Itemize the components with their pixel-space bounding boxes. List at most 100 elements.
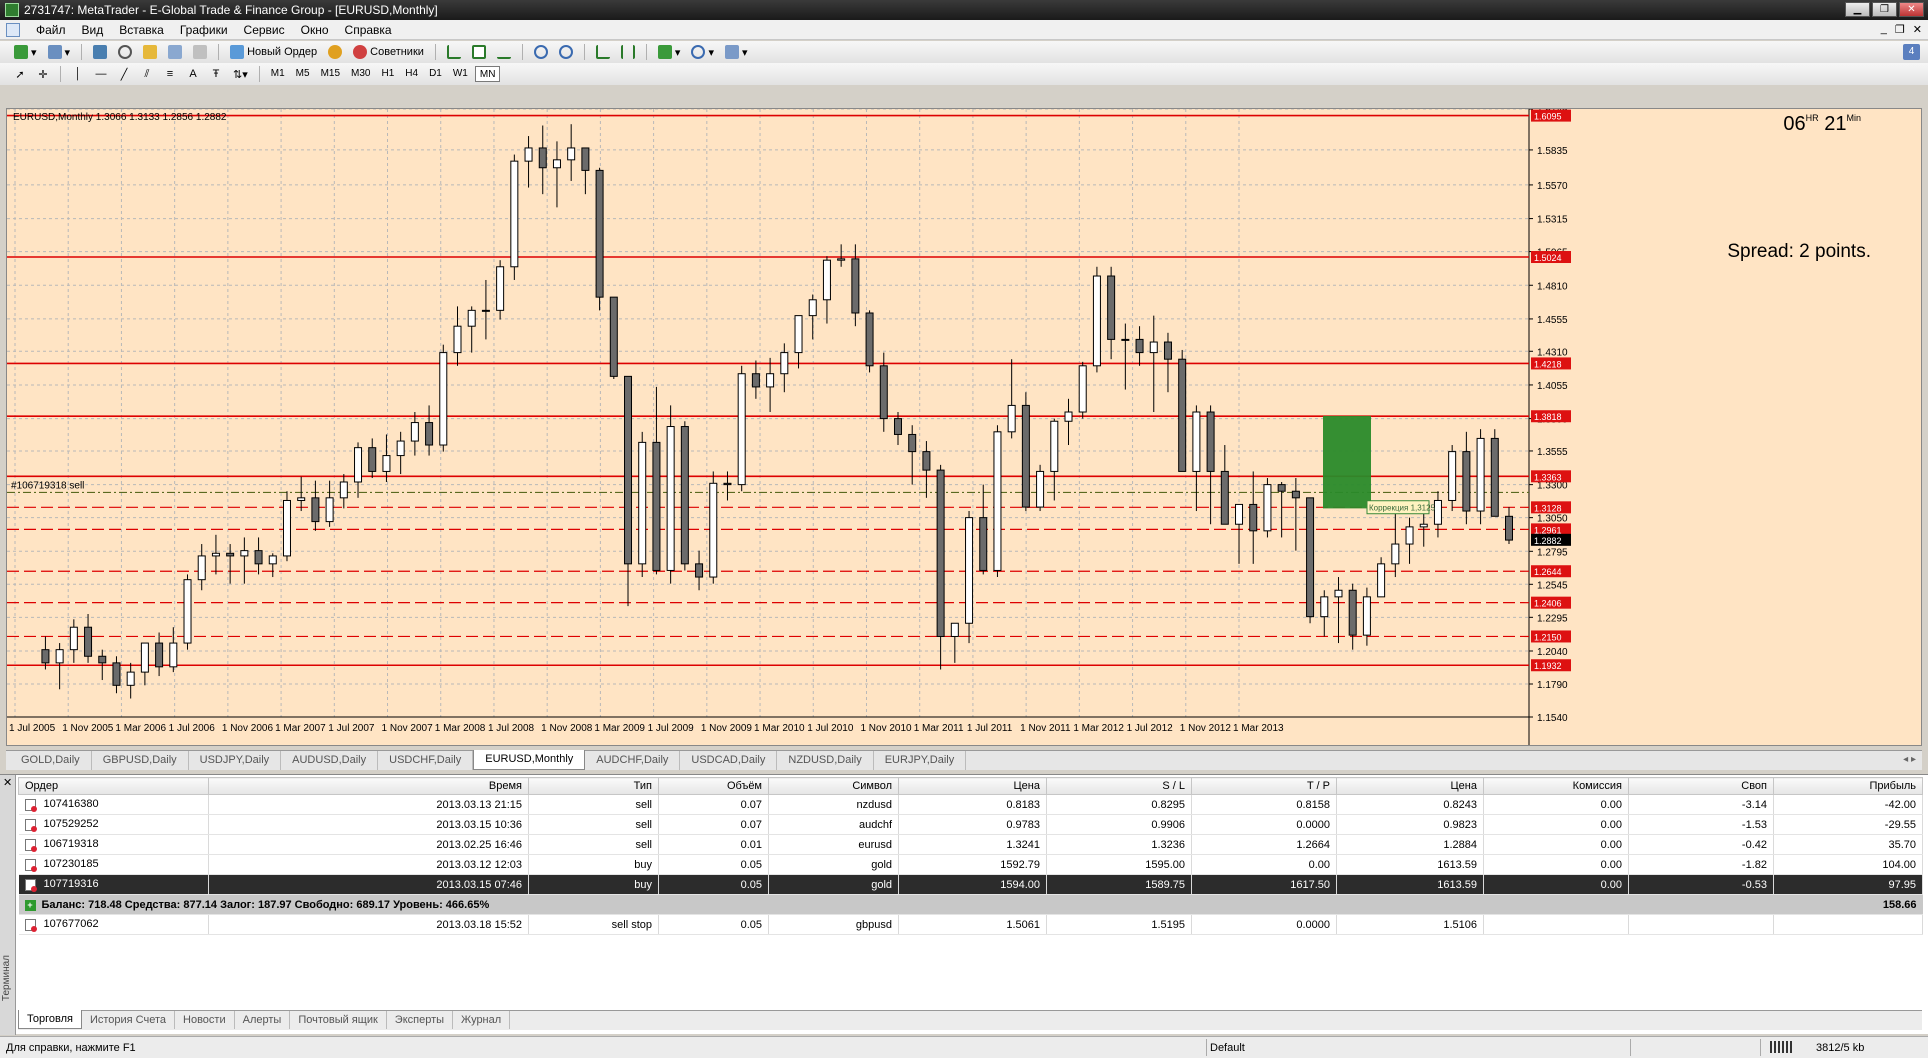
chart-tab[interactable]: AUDUSD,Daily: [281, 751, 379, 770]
templates-button[interactable]: ▾: [721, 43, 752, 61]
auto-scroll-button[interactable]: [592, 43, 614, 61]
menu-insert[interactable]: Вставка: [111, 23, 172, 37]
arrows-tool[interactable]: ⇅▾: [229, 65, 252, 83]
menu-file[interactable]: Файл: [28, 23, 74, 37]
metaeditor-button[interactable]: [324, 43, 346, 61]
tab-scroll-arrows-icon[interactable]: ◂ ▸: [1903, 754, 1916, 765]
zoom-in-button[interactable]: [530, 43, 552, 61]
strategy-tester-button[interactable]: [189, 43, 211, 61]
price-chart[interactable]: 1 Jul 2005 1 Nov 2005 1 Mar 2006 1 Jul 2006…: [7, 109, 1921, 745]
chart-tab-active[interactable]: EURUSD,Monthly: [473, 750, 586, 770]
chart-tab[interactable]: GBPUSD,Daily: [92, 751, 189, 770]
profiles-button[interactable]: ▾: [44, 43, 75, 61]
table-row[interactable]: 107230185 2013.03.12 12:03 buy 0.05 gold…: [18, 854, 1923, 875]
col-swap[interactable]: Своп: [1628, 777, 1774, 795]
tf-h4[interactable]: H4: [401, 66, 422, 82]
new-order-button[interactable]: Новый Ордер: [226, 43, 321, 61]
tf-m5[interactable]: M5: [292, 66, 314, 82]
time-cell: 2013.03.13 21:15: [208, 794, 529, 815]
tab-alerts[interactable]: Алерты: [235, 1011, 291, 1029]
terminal-sidebar: ✕ Терминал: [0, 775, 16, 1035]
chart-tab[interactable]: USDCAD,Daily: [680, 751, 778, 770]
table-row[interactable]: 107529252 2013.03.15 10:36 sell 0.07 aud…: [18, 814, 1923, 835]
col-volume[interactable]: Объём: [658, 777, 769, 795]
tab-journal[interactable]: Журнал: [453, 1011, 511, 1029]
market-watch-button[interactable]: [89, 43, 111, 61]
price-label: 1.3128: [1534, 503, 1562, 513]
tf-d1[interactable]: D1: [425, 66, 446, 82]
child-close-button[interactable]: ✕: [1913, 23, 1922, 36]
menu-window[interactable]: Окно: [293, 23, 337, 37]
col-time[interactable]: Время: [208, 777, 529, 795]
table-row-pending[interactable]: 107677062 2013.03.18 15:52 sell stop 0.0…: [18, 914, 1923, 935]
new-chart-button[interactable]: ▾: [10, 43, 41, 61]
maximize-button[interactable]: ❐: [1872, 2, 1897, 17]
minimize-button[interactable]: ▁: [1845, 2, 1870, 17]
text-tool[interactable]: A: [183, 65, 203, 83]
indicators-button[interactable]: ▾: [654, 43, 685, 61]
menu-charts[interactable]: Графики: [172, 23, 236, 37]
bar-chart-button[interactable]: [443, 43, 465, 61]
fibonacci-tool[interactable]: ≡: [160, 65, 180, 83]
tab-experts[interactable]: Эксперты: [387, 1011, 454, 1029]
col-sl[interactable]: S / L: [1046, 777, 1192, 795]
channel-tool[interactable]: ⫽: [137, 65, 157, 83]
tf-m1[interactable]: M1: [267, 66, 289, 82]
tf-m30[interactable]: M30: [347, 66, 374, 82]
chart-tab[interactable]: EURJPY,Daily: [874, 751, 967, 770]
horizontal-line-tool[interactable]: —: [91, 65, 111, 83]
experts-button[interactable]: Советники: [349, 43, 428, 61]
col-type[interactable]: Тип: [528, 777, 659, 795]
chart-shift-button[interactable]: [617, 43, 639, 61]
menu-tools[interactable]: Сервис: [236, 23, 293, 37]
zoom-out-button[interactable]: [555, 43, 577, 61]
table-row-selected[interactable]: 107719316 2013.03.15 07:46 buy 0.05 gold…: [18, 874, 1923, 895]
col-symbol[interactable]: Символ: [768, 777, 899, 795]
vertical-line-tool[interactable]: │: [68, 65, 88, 83]
x-tick-label: 1 Nov 2009: [701, 723, 753, 734]
crosshair-tool[interactable]: ✛: [33, 65, 53, 83]
chart-area[interactable]: 1 Jul 2005 1 Nov 2005 1 Mar 2006 1 Jul 2006…: [6, 108, 1922, 746]
terminal-button[interactable]: [164, 43, 186, 61]
col-profit[interactable]: Прибыль: [1773, 777, 1923, 795]
line-chart-button[interactable]: [493, 43, 515, 61]
periods-button[interactable]: ▾: [687, 43, 718, 61]
tab-mailbox[interactable]: Почтовый ящик: [290, 1011, 387, 1029]
chart-window-icon[interactable]: [6, 22, 20, 37]
chart-tab[interactable]: USDJPY,Daily: [189, 751, 282, 770]
tf-w1[interactable]: W1: [449, 66, 472, 82]
menu-help[interactable]: Справка: [337, 23, 400, 37]
chart-tab[interactable]: GOLD,Daily: [10, 751, 92, 770]
tf-m15[interactable]: M15: [317, 66, 344, 82]
table-row[interactable]: 106719318 2013.02.25 16:46 sell 0.01 eur…: [18, 834, 1923, 855]
cursor-tool[interactable]: ➚: [10, 65, 30, 83]
tab-news[interactable]: Новости: [175, 1011, 235, 1029]
title-bar: 2731747: MetaTrader - E-Global Trade & F…: [0, 0, 1928, 20]
table-row[interactable]: 107416380 2013.03.13 21:15 sell 0.07 nzd…: [18, 794, 1923, 815]
chart-tab[interactable]: AUDCHF,Daily: [585, 751, 681, 770]
y-tick-label: 1.3555: [1537, 447, 1568, 458]
trendline-tool[interactable]: ╱: [114, 65, 134, 83]
candlestick-button[interactable]: [468, 43, 490, 61]
chart-tab[interactable]: USDCHF,Daily: [378, 751, 474, 770]
child-minimize-button[interactable]: _: [1881, 23, 1887, 36]
navigator-button[interactable]: [139, 43, 161, 61]
text-label-tool[interactable]: Ŧ: [206, 65, 226, 83]
col-price[interactable]: Цена: [898, 777, 1047, 795]
col-commission[interactable]: Комиссия: [1483, 777, 1629, 795]
data-window-button[interactable]: [114, 43, 136, 61]
notification-badge[interactable]: 4: [1903, 44, 1920, 60]
tf-h1[interactable]: H1: [377, 66, 398, 82]
close-button[interactable]: ✕: [1899, 2, 1924, 17]
chart-tab[interactable]: NZDUSD,Daily: [777, 751, 874, 770]
candle-body: [1135, 338, 1144, 354]
col-current-price[interactable]: Цена: [1336, 777, 1484, 795]
child-restore-button[interactable]: ❐: [1895, 23, 1905, 36]
terminal-close-icon[interactable]: ✕: [3, 776, 12, 789]
col-tp[interactable]: T / P: [1191, 777, 1337, 795]
tf-mn[interactable]: MN: [474, 66, 501, 82]
tab-account-history[interactable]: История Счета: [82, 1011, 176, 1029]
col-order[interactable]: Ордер: [18, 777, 209, 795]
tab-trade[interactable]: Торговля: [18, 1010, 82, 1029]
menu-view[interactable]: Вид: [74, 23, 112, 37]
